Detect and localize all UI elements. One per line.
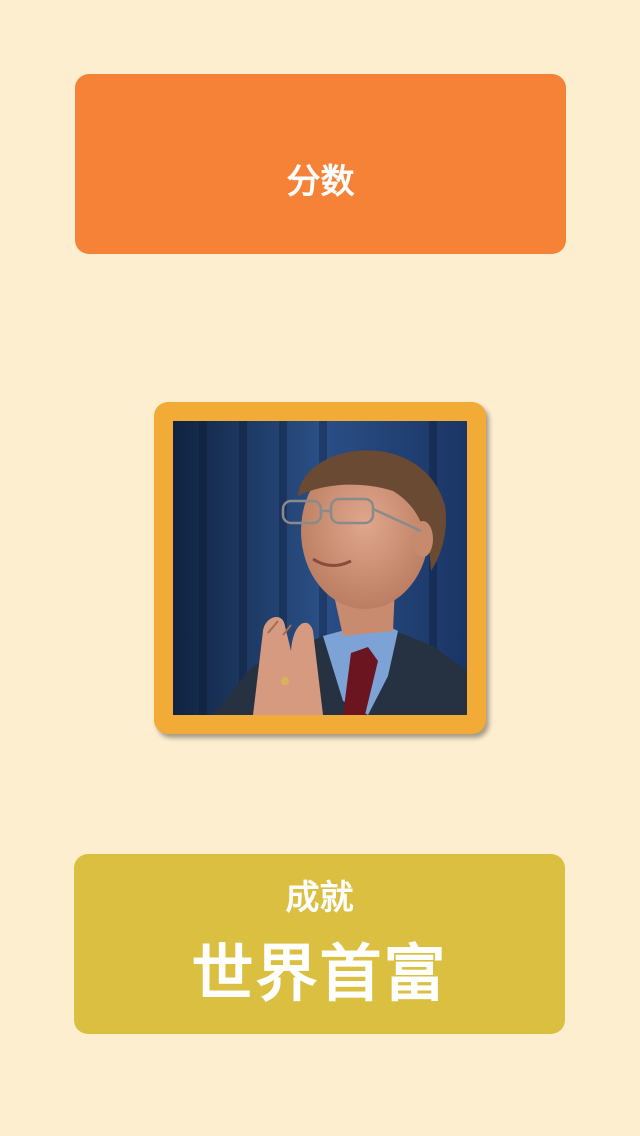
score-card: 分数	[75, 74, 566, 254]
portrait-photo	[173, 421, 467, 715]
score-value	[75, 214, 566, 274]
portrait-frame	[154, 402, 486, 734]
score-title: 分数	[286, 162, 355, 202]
achievement-value: 世界首富	[191, 937, 448, 1010]
achievement-label: 成就	[285, 878, 354, 918]
achievement-card: 成就 世界首富	[74, 854, 565, 1034]
person-photo-icon	[173, 421, 467, 715]
